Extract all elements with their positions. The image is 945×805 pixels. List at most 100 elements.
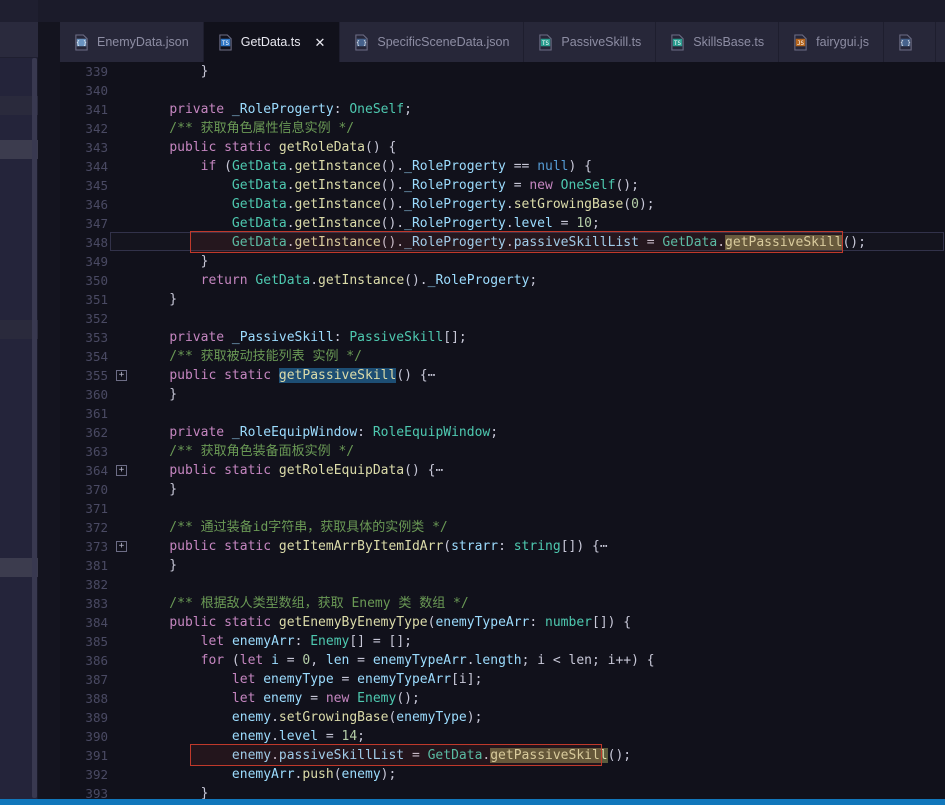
code-token: . [271,729,279,744]
code-line[interactable]: 391 enemy.passiveSkillList = GetData.get… [60,746,945,765]
code-token: let [239,653,264,668]
line-number: 393 [85,786,108,799]
code-token: PassiveSkill [349,330,444,345]
code-token: = [318,729,342,744]
code-line[interactable]: 382 [60,575,945,594]
editor-tab-overflow[interactable]: { } [883,22,936,62]
code-token: static [224,463,272,478]
json-file-icon: { } [75,33,88,51]
code-token: setGrowingBase [278,710,389,725]
code-token: GetData [231,159,287,174]
code-line[interactable]: 381 } [60,556,945,575]
code-line[interactable]: 371 [60,499,945,518]
explorer-scrollbar[interactable] [32,58,37,798]
code-line[interactable]: 350 return GetData.getInstance()._RolePr… [60,271,945,290]
code-line[interactable]: 373 + public static getItemArrByItemIdArr… [60,537,945,556]
code-line[interactable]: 339 } [60,62,945,81]
fold-expand-icon[interactable]: + [116,370,127,381]
code-line[interactable]: 340 [60,81,945,100]
code-line[interactable]: 386 for (let i = 0, len = enemyTypeArr.l… [60,651,945,670]
code-token: = [505,178,530,193]
code-line[interactable]: 345 GetData.getInstance()._RoleProgerty … [60,176,945,195]
editor-tab-fairygui-js[interactable]: JS fairygui.js [779,22,884,62]
code-line[interactable]: 354 /** 获取被动技能列表 实例 */ [60,347,945,366]
code-line[interactable]: 360 } [60,385,945,404]
code-token: enemy [231,710,272,725]
code-line[interactable]: 346 GetData.getInstance()._RoleProgerty.… [60,195,945,214]
code-line[interactable]: 343 public static getRoleData() { [60,138,945,157]
code-line[interactable]: 387 let enemyType = enemyTypeArr[i]; [60,670,945,689]
line-number: 384 [85,615,108,630]
code-line[interactable]: 353 private _PassiveSkill: PassiveSkill[… [60,328,945,347]
code-line[interactable]: 388 let enemy = new Enemy(); [60,689,945,708]
editor-tab-bar[interactable]: { } EnemyData.json TS GetData.ts ✕ { } Specifi… [60,22,945,62]
code-token: Enemy [357,691,397,706]
code-token: private [169,102,225,117]
code-line[interactable]: 385 let enemyArr: Enemy[] = []; [60,632,945,651]
code-line[interactable]: 384 public static getEnemyByEnemyType(en… [60,613,945,632]
code-line[interactable]: 390 enemy.level = 14; [60,727,945,746]
code-token: private [169,330,225,345]
code-token: (); [842,235,866,250]
fold-expand-icon[interactable]: + [116,465,127,476]
code-token: []) { [560,539,600,554]
code-text: let enemyArr: Enemy[] = []; [138,632,412,651]
editor-tab-specificscenedata-json[interactable]: { } SpecificSceneData.json [340,22,525,62]
code-line[interactable]: 351 } [60,290,945,309]
line-number: 345 [85,178,108,193]
status-bar[interactable] [0,799,945,805]
code-line[interactable]: 370 } [60,480,945,499]
code-line[interactable]: 362 private _RoleEquipWindow: RoleEquipW… [60,423,945,442]
code-token: . [286,178,295,193]
code-token: enemy [231,748,272,763]
code-line[interactable]: 392 enemyArr.push(enemy); [60,765,945,784]
code-line[interactable]: 383 /** 根据敌人类型数组，获取 Enemy 类 数组 */ [60,594,945,613]
code-line[interactable]: 363 /** 获取角色装备面板实例 */ [60,442,945,461]
code-line[interactable]: 364 + public static getRoleEquipData() {⋯ [60,461,945,480]
explorer-panel-toolbar[interactable] [0,22,38,58]
fold-expand-icon[interactable]: + [116,541,127,552]
code-line[interactable]: 348 GetData.getInstance()._RoleProgerty.… [60,233,945,252]
code-text: /** 获取角色属性信息实例 */ [138,119,354,138]
code-token: passiveSkillList [513,235,639,250]
editor-region: { } EnemyData.json TS GetData.ts ✕ { } Specifi… [60,0,945,805]
code-editor-surface[interactable]: 339 } 340 341 private _RoleProgerty: OneSe… [60,62,945,799]
code-line[interactable]: 361 [60,404,945,423]
code-token: . [286,235,295,250]
line-number: 391 [85,748,108,763]
code-line[interactable]: 344 if (GetData.getInstance()._RoleProge… [60,157,945,176]
tab-close-icon[interactable]: ✕ [314,36,325,49]
editor-tab-passiveskill-ts[interactable]: TS PassiveSkill.ts [524,22,657,62]
code-token: static [224,615,272,630]
code-line[interactable]: 352 [60,309,945,328]
editor-tab-getdata-ts[interactable]: TS GetData.ts ✕ [203,22,341,62]
editor-tab-enemydata-json[interactable]: { } EnemyData.json [60,22,204,62]
code-text: /** 获取角色装备面板实例 */ [138,442,354,461]
code-line[interactable]: 355 + public static getPassiveSkill() {⋯ [60,366,945,385]
editor-tab-skillsbase-ts[interactable]: TS SkillsBase.ts [656,22,780,62]
line-number: 362 [85,425,108,440]
explorer-panel[interactable] [0,0,38,805]
code-line[interactable]: 341 private _RoleProgerty: OneSelf; [60,100,945,119]
code-token: ; [490,425,499,440]
code-token: string [513,539,561,554]
line-number: 351 [85,292,108,307]
code-token: ); [380,767,397,782]
code-line[interactable]: 393 } [60,784,945,799]
code-line[interactable]: 342 /** 获取角色属性信息实例 */ [60,119,945,138]
code-line-list[interactable]: 339 } 340 341 private _RoleProgerty: OneSe… [60,62,945,799]
code-line[interactable]: 372 /** 通过装备id字符串，获取具体的实例类 */ [60,518,945,537]
code-token: enemyArr [231,767,295,782]
code-line[interactable]: 389 enemy.setGrowingBase(enemyType); [60,708,945,727]
code-line[interactable]: 349 } [60,252,945,271]
code-token: GetData [231,197,287,212]
code-line[interactable]: 347 GetData.getInstance()._RoleProgerty.… [60,214,945,233]
code-text: GetData.getInstance()._RoleProgerty.setG… [138,195,655,214]
code-token: []) { [592,615,632,630]
code-token: = [404,748,428,763]
code-token: new [325,691,350,706]
